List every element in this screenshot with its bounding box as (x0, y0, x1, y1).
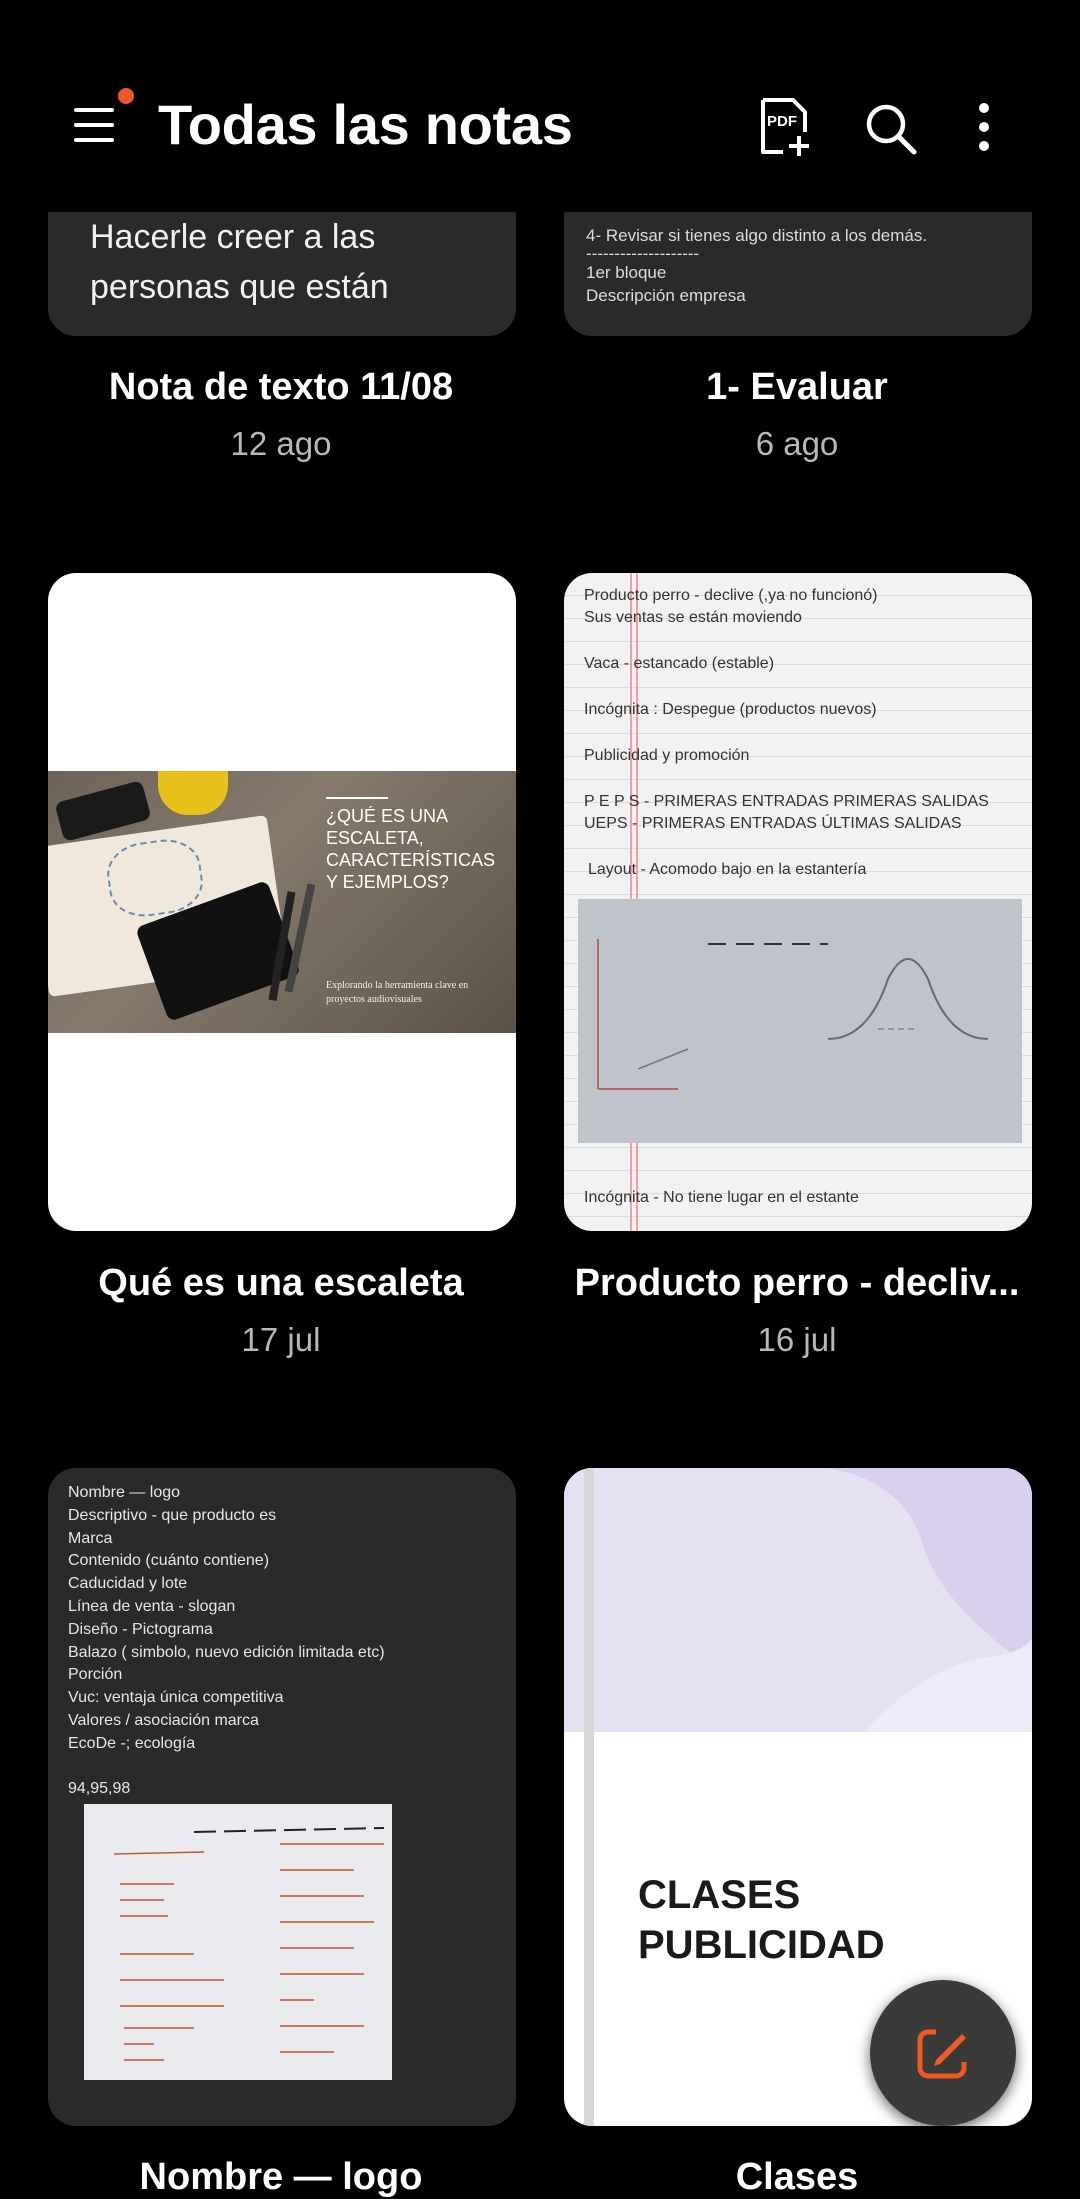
note-title: Nombre — logo (139, 2156, 423, 2198)
page-title: Todas las notas (158, 93, 573, 156)
whiteboard-photo (578, 899, 1022, 1143)
note-line: Publicidad y promoción (584, 747, 750, 764)
note-line: Layout - Acomodo bajo en la estantería (588, 861, 867, 878)
notes-grid: Hacerle creer a las personas que están N… (0, 0, 1080, 2198)
note-date: 17 jul (241, 1321, 321, 1358)
pdf-add-icon[interactable]: PDF (755, 96, 815, 160)
mug-graphic (158, 771, 228, 815)
note-date: 6 ago (755, 425, 839, 462)
note-label[interactable]: Qué es una escaleta 17 jul (21, 1262, 541, 1359)
note-card[interactable]: Producto perro - declive (,ya no funcion… (564, 573, 1032, 1231)
image-heading: ¿QUÉ ES UNA ESCALETA, CARACTERÍSTICAS Y … (326, 806, 496, 892)
note-title: Producto perro - decliv... (574, 1262, 1020, 1304)
top-app-bar: Todas las notas PDF (0, 0, 1080, 210)
note-line: Vaca - estancado (estable) (584, 655, 775, 672)
edit-note-icon (917, 2028, 970, 2079)
note-line: UEPS - PRIMERAS ENTRADAS ÚLTIMAS SALIDAS (584, 815, 962, 832)
note-line: Incógnita - No tiene lugar en el estante (584, 1189, 859, 1206)
notification-dot (118, 88, 134, 104)
note-card[interactable]: Nombre — logo Descriptivo - que producto… (48, 1468, 516, 2126)
whiteboard-photo (84, 1804, 392, 2080)
cover-title: CLASES PUBLICIDAD (638, 1873, 885, 1967)
note-line: Incógnita : Despegue (productos nuevos) (584, 701, 877, 718)
note-title: Nota de texto 11/08 (108, 366, 454, 408)
note-date: 12 ago (230, 425, 332, 462)
note-line: Producto perro - declive (,ya no funcion… (584, 587, 878, 604)
note-preview: 4- Revisar si tienes algo distinto a los… (586, 226, 928, 305)
new-note-button[interactable] (870, 1980, 1016, 2126)
svg-text:PDF: PDF (767, 113, 797, 130)
cover-wave-decoration (684, 1468, 1032, 1732)
note-title: 1- Evaluar (706, 366, 888, 408)
note-label[interactable]: Clases (537, 2156, 1057, 2199)
note-date: 16 jul (757, 1321, 837, 1358)
note-image: ¿QUÉ ES UNA ESCALETA, CARACTERÍSTICAS Y … (48, 771, 516, 1033)
image-caption: Explorando la herramienta clave en proye… (326, 980, 469, 1005)
cover-top-panel (564, 1468, 1032, 1732)
whiteboard-sketch (597, 939, 989, 1090)
note-card[interactable]: 4- Revisar si tienes algo distinto a los… (564, 212, 1032, 336)
note-line: P E P S - PRIMERAS ENTRADAS PRIMERAS SAL… (584, 793, 989, 810)
note-preview: Nombre — logo Descriptivo - que producto… (68, 1484, 385, 1798)
note-label[interactable]: 1- Evaluar 6 ago (537, 366, 1057, 463)
note-label[interactable]: Nota de texto 11/08 12 ago (21, 366, 541, 463)
image-rule (326, 797, 388, 799)
more-vert-icon[interactable] (954, 96, 1014, 160)
search-icon[interactable] (862, 96, 922, 160)
note-preview: Hacerle creer a las personas que están (90, 218, 389, 306)
note-card[interactable]: ¿QUÉ ES UNA ESCALETA, CARACTERÍSTICAS Y … (48, 573, 516, 1231)
cover-spine (584, 1468, 594, 2126)
note-label[interactable]: Nombre — logo (21, 2156, 541, 2199)
note-title: Clases (735, 2156, 859, 2198)
note-card[interactable]: Hacerle creer a las personas que están (48, 212, 516, 336)
menu-icon[interactable] (70, 100, 120, 150)
note-label[interactable]: Producto perro - decliv... 16 jul (537, 1262, 1057, 1359)
whiteboard-sketch (113, 1827, 385, 2061)
note-line: Sus ventas se están moviendo (584, 609, 802, 626)
note-title: Qué es una escaleta (98, 1262, 464, 1304)
